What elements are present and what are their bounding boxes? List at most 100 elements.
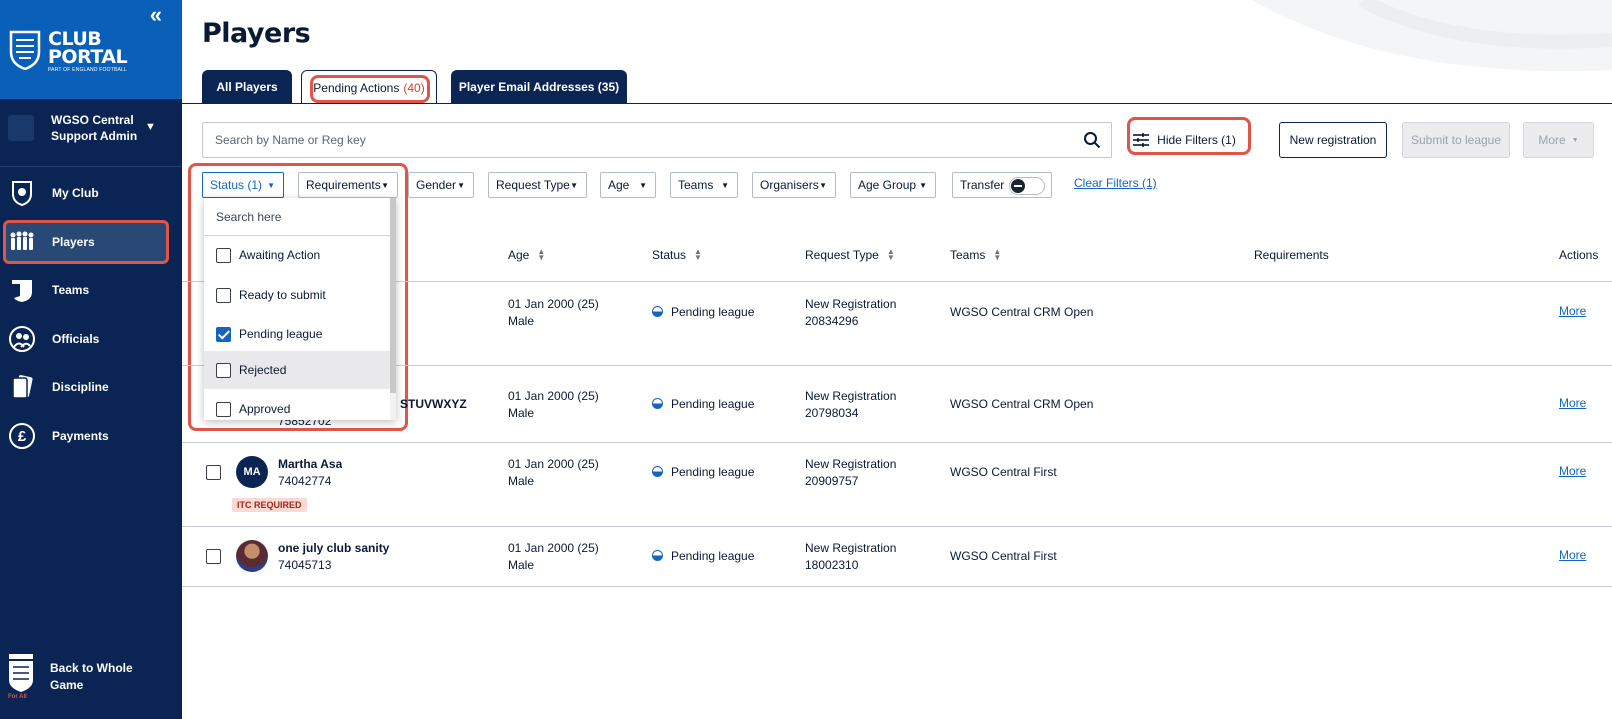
option-checkbox[interactable] (216, 402, 231, 417)
new-registration-button[interactable]: New registration (1279, 122, 1387, 158)
pending-status-icon (652, 466, 663, 477)
player-gender: Male (508, 314, 535, 328)
status-filter-dropdown: Search here Awaiting Action Ready to sub… (204, 198, 396, 420)
cell-age: 01 Jan 2000 (25) Male (508, 296, 599, 330)
option-checkbox[interactable] (216, 248, 231, 263)
sidebar-item-officials[interactable]: Officials (0, 317, 182, 361)
request-id: 20834296 (805, 314, 859, 328)
more-actions-button[interactable]: More ▼ (1523, 122, 1594, 158)
player-reg-key: 74042774 (278, 474, 332, 488)
row-more-link[interactable]: More (1559, 548, 1586, 562)
sort-icon: ▲ ▼ (694, 247, 702, 262)
more-actions-label: More (1538, 133, 1566, 147)
dropdown-scrollbar[interactable] (390, 198, 396, 420)
main-content: Players All Players Pending Actions (40)… (182, 0, 1612, 719)
column-header-teams[interactable]: Teams ▲ ▼ (950, 248, 1001, 263)
dropdown-option[interactable]: Rejected (204, 351, 390, 389)
filter-age-group[interactable]: Age Group ▼ (850, 172, 936, 198)
pound-icon: £ (9, 423, 35, 449)
search-input[interactable] (203, 123, 1063, 157)
chevron-down-icon: ▼ (381, 181, 389, 190)
cell-age: 01 Jan 2000 (25) Male (508, 388, 599, 422)
option-checkbox-checked[interactable] (216, 327, 231, 342)
dropdown-option[interactable]: Awaiting Action (204, 236, 390, 274)
submit-to-league-button[interactable]: Submit to league (1402, 122, 1510, 158)
filter-organisers[interactable]: Organisers ▼ (752, 172, 836, 198)
option-label: Rejected (239, 363, 287, 377)
hide-filters-button[interactable]: Hide Filters (1) (1127, 122, 1242, 158)
player-gender: Male (508, 406, 535, 420)
player-name[interactable]: Martha Asa (278, 456, 342, 473)
transfer-toggle[interactable] (1009, 177, 1045, 195)
option-label: Approved (239, 402, 291, 416)
collapse-sidebar-icon[interactable]: « (150, 2, 162, 28)
sidebar-item-label: Payments (52, 429, 109, 443)
sidebar-item-players[interactable]: Players (3, 220, 169, 264)
dropdown-option[interactable]: Approved (204, 390, 390, 420)
player-name[interactable]: STUVWXYZ (400, 396, 467, 413)
fa-for-all-label: For All (8, 694, 27, 700)
tab-pending-actions[interactable]: Pending Actions (40) (301, 70, 437, 104)
filter-gender[interactable]: Gender ▼ (408, 172, 474, 198)
account-switcher[interactable]: WGSO Central Support Admin ▼ (0, 99, 182, 167)
tab-all-players[interactable]: All Players (202, 70, 292, 104)
search-bar (202, 122, 1112, 158)
players-icon (10, 231, 34, 250)
sidebar-item-teams[interactable]: Teams (0, 268, 182, 312)
account-name: WGSO Central Support Admin (51, 112, 137, 144)
sidebar-item-label: Officials (52, 332, 100, 346)
filter-transfer: Transfer (952, 172, 1052, 198)
filter-organisers-label: Organisers (760, 178, 819, 192)
search-icon[interactable] (1083, 131, 1101, 149)
row-more-link[interactable]: More (1559, 464, 1586, 478)
cell-age: 01 Jan 2000 (25) Male (508, 540, 599, 574)
tab-player-email-addresses[interactable]: Player Email Addresses (35) (451, 70, 627, 104)
svg-text:£: £ (18, 428, 27, 445)
row-divider (182, 365, 1612, 366)
cell-team: WGSO Central First (950, 465, 1057, 479)
sidebar-item-discipline[interactable]: Discipline (0, 365, 182, 409)
fa-crest-icon (9, 654, 33, 692)
header-label: Status (652, 248, 687, 262)
brand-title: CLUB PORTAL (48, 30, 128, 67)
request-type: New Registration (805, 297, 897, 311)
filter-age[interactable]: Age ▼ (600, 172, 656, 198)
column-header-actions: Actions (1559, 248, 1599, 262)
row-checkbox[interactable] (206, 549, 221, 564)
filter-status[interactable]: Status (1) ▼ (202, 172, 284, 198)
brand-header: « CLUB PORTAL PART OF ENGLAND FOOTBALL (0, 0, 182, 99)
clear-filters-link[interactable]: Clear Filters (1) (1074, 176, 1157, 190)
filter-requirements[interactable]: Requirements ▼ (298, 172, 398, 198)
tab-label: Player Email Addresses (35) (458, 80, 620, 94)
filter-request-type[interactable]: Request Type ▼ (488, 172, 587, 198)
row-checkbox[interactable] (206, 465, 221, 480)
filter-requirements-label: Requirements (306, 178, 381, 192)
scrollbar-thumb[interactable] (390, 198, 396, 393)
request-type: New Registration (805, 389, 897, 403)
sidebar-item-payments[interactable]: £ Payments (0, 414, 182, 458)
chevron-down-icon: ▼ (721, 181, 729, 190)
chevron-down-icon: ▼ (570, 181, 578, 190)
cell-status: Pending league (652, 304, 754, 321)
back-to-whole-game-link[interactable]: For All Back to Whole Game (0, 652, 182, 704)
filter-teams[interactable]: Teams ▼ (670, 172, 738, 198)
row-more-link[interactable]: More (1559, 396, 1586, 410)
back-link-label-line1: Back to Whole (50, 661, 133, 675)
column-header-status[interactable]: Status ▲ ▼ (652, 247, 702, 263)
option-checkbox[interactable] (216, 363, 231, 378)
page-title: Players (202, 18, 311, 49)
column-header-request-type[interactable]: Request Type ▲ ▼ (805, 248, 895, 263)
dropdown-option[interactable]: Pending league (204, 315, 390, 353)
player-name[interactable]: one july club sanity (278, 540, 389, 557)
background-decoration (1252, 0, 1612, 72)
status-text: Pending league (671, 465, 755, 479)
request-id: 20909757 (805, 474, 859, 488)
dropdown-option[interactable]: Ready to submit (204, 276, 390, 314)
account-avatar (8, 115, 34, 141)
option-checkbox[interactable] (216, 288, 231, 303)
row-more-link[interactable]: More (1559, 304, 1586, 318)
dropdown-search-input[interactable]: Search here (204, 198, 396, 236)
itc-required-badge: ITC REQUIRED (232, 498, 307, 512)
sidebar-item-my-club[interactable]: My Club (0, 171, 182, 215)
column-header-age[interactable]: Age ▲ ▼ (508, 248, 545, 263)
